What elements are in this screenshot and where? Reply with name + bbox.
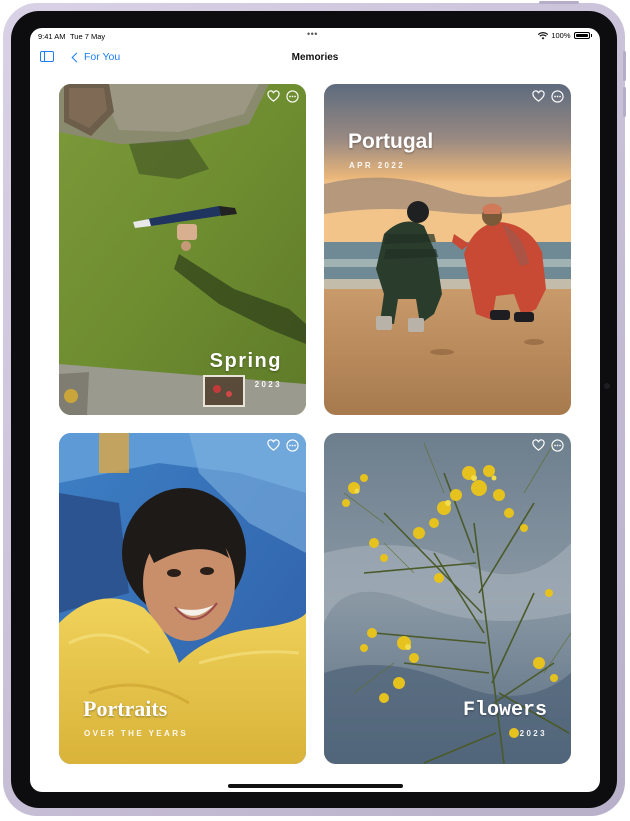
heart-icon[interactable] bbox=[532, 439, 545, 452]
memory-subtitle: OVER THE YEARS bbox=[84, 729, 189, 738]
status-indicators: 100% bbox=[538, 31, 592, 40]
ellipsis-circle-icon[interactable] bbox=[551, 439, 564, 452]
wifi-icon bbox=[538, 31, 549, 39]
navigation-bar: For You Memories bbox=[30, 44, 600, 70]
memory-title: Portugal bbox=[348, 130, 434, 153]
battery-percent: 100% bbox=[551, 31, 571, 40]
card-actions bbox=[532, 90, 564, 103]
memory-subtitle: APR 2022 bbox=[349, 161, 406, 170]
ellipsis-circle-icon[interactable] bbox=[286, 439, 299, 452]
ellipsis-circle-icon[interactable] bbox=[551, 90, 564, 103]
home-indicator[interactable] bbox=[228, 784, 403, 788]
memory-card-portraits[interactable]: Portraits OVER THE YEARS bbox=[59, 433, 306, 764]
memory-card-portugal[interactable]: Portugal APR 2022 bbox=[324, 84, 571, 415]
heart-icon[interactable] bbox=[267, 439, 280, 452]
battery-nub bbox=[590, 34, 592, 37]
card-actions bbox=[267, 90, 299, 103]
multitasking-dots-icon[interactable]: ••• bbox=[307, 29, 318, 39]
screen: 9:41 AM Tue 7 May ••• 100% For You Memor… bbox=[30, 28, 600, 792]
card-actions bbox=[532, 439, 564, 452]
memory-title: Flowers bbox=[462, 699, 547, 722]
memory-title: Spring bbox=[209, 350, 282, 372]
ellipsis-circle-icon[interactable] bbox=[286, 90, 299, 103]
battery-icon bbox=[573, 32, 590, 39]
status-bar: 9:41 AM Tue 7 May ••• 100% bbox=[30, 28, 600, 44]
card-actions bbox=[267, 439, 299, 452]
heart-icon[interactable] bbox=[532, 90, 545, 103]
page-title: Memories bbox=[291, 52, 339, 63]
camera-dot bbox=[604, 383, 610, 389]
status-date: Tue 7 May bbox=[70, 32, 106, 41]
memory-title: Portraits bbox=[83, 696, 168, 721]
top-button bbox=[539, 1, 579, 4]
memory-subtitle: 2023 bbox=[519, 729, 547, 738]
memory-subtitle: 2023 bbox=[254, 380, 282, 389]
heart-icon[interactable] bbox=[267, 90, 280, 103]
memory-card-flowers[interactable]: Flowers 2023 bbox=[324, 433, 571, 764]
side-button-lower bbox=[623, 87, 626, 117]
status-time: 9:41 AM bbox=[38, 32, 66, 41]
memory-card-spring[interactable]: Spring 2023 bbox=[59, 84, 306, 415]
side-button bbox=[623, 51, 626, 81]
